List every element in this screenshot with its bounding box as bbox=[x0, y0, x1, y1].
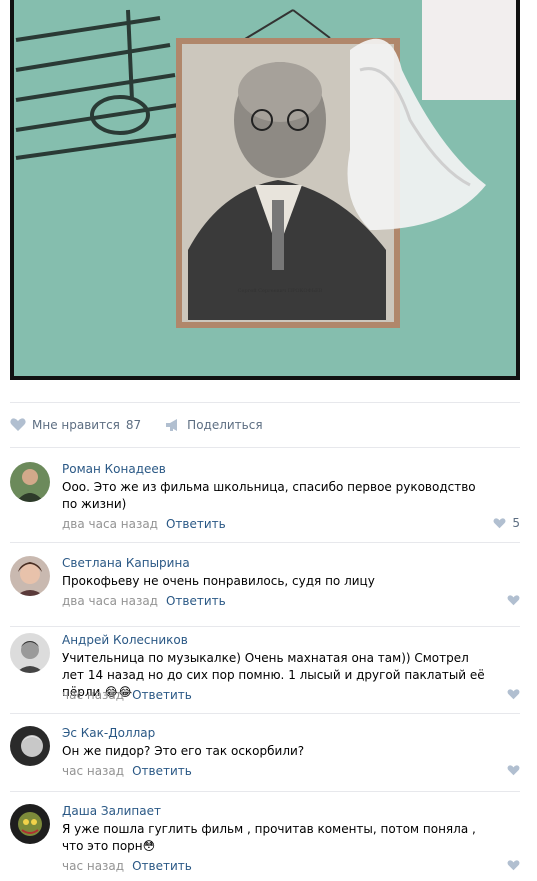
comment-like-button[interactable]: 5 bbox=[493, 516, 520, 530]
comment-item: Роман Конадеев Ооо. Это же из фильма шко… bbox=[10, 457, 520, 543]
comment-item: Эс Как-Доллар Он же пидор? Это его так о… bbox=[10, 721, 520, 792]
reply-button[interactable]: Ответить bbox=[166, 594, 226, 608]
heart-icon bbox=[507, 595, 520, 606]
comment-like-button[interactable] bbox=[507, 595, 520, 606]
comment-author[interactable]: Андрей Колесников bbox=[62, 633, 188, 647]
share-label: Поделиться bbox=[187, 418, 263, 432]
heart-icon bbox=[493, 517, 506, 528]
reply-button[interactable]: Ответить bbox=[132, 688, 192, 702]
avatar[interactable] bbox=[10, 556, 50, 596]
comment-text: Прокофьеву не очень понравилось, судя по… bbox=[62, 574, 375, 588]
avatar[interactable] bbox=[10, 633, 50, 673]
comment-item: Светлана Капырина Прокофьеву не очень по… bbox=[10, 551, 520, 627]
comment-author[interactable]: Роман Конадеев bbox=[62, 462, 166, 476]
avatar[interactable] bbox=[10, 462, 50, 502]
share-button[interactable]: Поделиться bbox=[165, 418, 263, 432]
comment-time[interactable]: час назад bbox=[62, 688, 124, 702]
comment-like-button[interactable] bbox=[507, 765, 520, 776]
heart-icon bbox=[10, 418, 26, 431]
portrait-caption: Сергей Сергеевич ПРОКОФЬЕВ bbox=[238, 288, 323, 294]
post-actions: Мне нравится 87 Поделиться bbox=[10, 402, 520, 448]
avatar[interactable] bbox=[10, 804, 50, 844]
heart-icon bbox=[507, 689, 520, 700]
like-count: 87 bbox=[125, 418, 142, 432]
comment-time[interactable]: час назад bbox=[62, 859, 124, 873]
comment-like-button[interactable] bbox=[507, 689, 520, 700]
post-photo[interactable]: Сергей Сергеевич ПРОКОФЬЕВ bbox=[10, 0, 520, 380]
comment-text: Я уже пошла гуглить фильм , прочитав ком… bbox=[62, 822, 476, 853]
comment-item: Андрей Колесников Учительница по музыкал… bbox=[10, 628, 520, 714]
comment-author[interactable]: Эс Как-Доллар bbox=[62, 726, 155, 740]
heart-icon bbox=[507, 765, 520, 776]
reply-button[interactable]: Ответить bbox=[132, 859, 192, 873]
comment-author[interactable]: Даша Залипает bbox=[62, 804, 161, 818]
like-label: Мне нравится bbox=[32, 418, 120, 432]
megaphone-icon bbox=[166, 419, 178, 431]
comment-time[interactable]: два часа назад bbox=[62, 594, 158, 608]
heart-icon bbox=[507, 860, 520, 871]
comment-item: Даша Залипает Я уже пошла гуглить фильм … bbox=[10, 799, 520, 881]
comment-text: Он же пидор? Это его так оскорбили? bbox=[62, 744, 305, 758]
comment-meta: два часа назад Ответить bbox=[62, 594, 226, 608]
comment-meta: два часа назад Ответить bbox=[62, 517, 226, 531]
comment-like-count: 5 bbox=[512, 516, 520, 530]
comment-author[interactable]: Светлана Капырина bbox=[62, 556, 190, 570]
comment-time[interactable]: час назад bbox=[62, 764, 124, 778]
comment-meta: час назад Ответить bbox=[62, 859, 192, 873]
comment-meta: час назад Ответить bbox=[62, 688, 192, 702]
comment-like-button[interactable] bbox=[507, 860, 520, 871]
comment-meta: час назад Ответить bbox=[62, 764, 192, 778]
comment-text: Ооо. Это же из фильма школьница, спасибо… bbox=[62, 480, 476, 511]
reply-button[interactable]: Ответить bbox=[166, 517, 226, 531]
reply-button[interactable]: Ответить bbox=[132, 764, 192, 778]
like-button[interactable]: Мне нравится 87 bbox=[10, 418, 141, 432]
avatar[interactable] bbox=[10, 726, 50, 766]
comment-time[interactable]: два часа назад bbox=[62, 517, 158, 531]
